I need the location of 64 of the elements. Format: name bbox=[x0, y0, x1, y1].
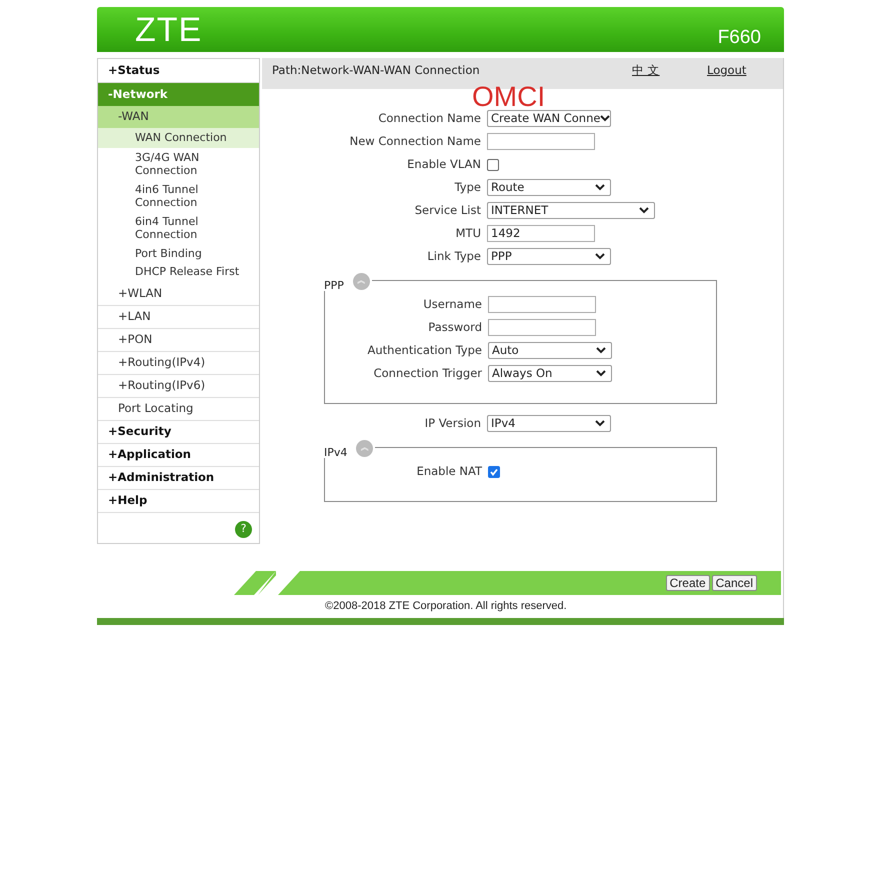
sidebar-item[interactable]: +Help bbox=[98, 490, 259, 512]
chevron-down-icon bbox=[596, 347, 606, 354]
select-field[interactable]: Create WAN Conne bbox=[487, 110, 611, 127]
field-label: Enable NAT bbox=[416, 462, 482, 480]
field-label: MTU bbox=[456, 224, 481, 242]
text-field[interactable]: 1492 bbox=[487, 225, 595, 242]
text-field[interactable] bbox=[487, 133, 595, 150]
chevron-down-icon bbox=[595, 253, 605, 260]
field-label: Connection Name bbox=[378, 110, 481, 127]
annotation-text: OMCI bbox=[472, 87, 546, 107]
field-label: Type bbox=[454, 178, 481, 196]
sidebar-item[interactable]: 4in6 Tunnel Connection bbox=[98, 182, 255, 210]
language-link[interactable]: 中 文 bbox=[632, 62, 707, 80]
chevron-down-icon bbox=[639, 207, 649, 214]
text-field[interactable] bbox=[488, 296, 596, 313]
create-button[interactable]: Create bbox=[666, 575, 710, 591]
fieldset-title: PPP bbox=[324, 280, 344, 291]
sidebar-item[interactable]: -WAN bbox=[98, 106, 259, 128]
field-label: Enable VLAN bbox=[407, 156, 481, 173]
cancel-button[interactable]: Cancel bbox=[712, 575, 757, 591]
sidebar-item[interactable]: -Network bbox=[98, 83, 259, 106]
select-field[interactable]: Always On bbox=[488, 365, 612, 382]
field-label: IP Version bbox=[424, 414, 481, 432]
checkbox[interactable] bbox=[488, 466, 500, 478]
field-label: Service List bbox=[414, 202, 481, 219]
select-field[interactable]: IPv4 bbox=[487, 415, 611, 432]
field-label: Link Type bbox=[427, 248, 481, 265]
chevron-down-icon bbox=[596, 370, 606, 377]
sidebar-item[interactable]: +WLAN bbox=[98, 282, 259, 306]
model-name: F660 bbox=[718, 28, 761, 47]
brand-logo: ZTE bbox=[135, 12, 202, 46]
field-label: Password bbox=[428, 318, 482, 336]
copyright-text: ©2008-2018 ZTE Corporation. All rights reserved. bbox=[325, 599, 567, 614]
select-field[interactable]: PPP bbox=[487, 248, 611, 265]
sidebar-item[interactable]: +Administration bbox=[98, 466, 259, 490]
text-field[interactable] bbox=[488, 319, 596, 336]
chevron-down-icon bbox=[595, 420, 605, 427]
sidebar-item[interactable]: +LAN bbox=[98, 306, 259, 328]
breadcrumb-path: Path:Network-WAN-WAN Connection bbox=[272, 62, 481, 79]
select-field[interactable]: INTERNET bbox=[487, 202, 655, 219]
fieldset-title: IPv4 bbox=[324, 447, 348, 458]
logout-link[interactable]: Logout bbox=[707, 62, 746, 80]
sidebar-item[interactable]: +Routing(IPv6) bbox=[98, 374, 259, 398]
select-field[interactable]: Route bbox=[487, 179, 611, 196]
chevron-down-icon bbox=[600, 115, 610, 122]
stripe-graphic bbox=[234, 571, 276, 595]
sidebar-item[interactable]: Port Binding bbox=[98, 246, 255, 261]
sidebar-item[interactable]: +PON bbox=[98, 328, 259, 352]
sidebar-item[interactable]: 3G/4G WAN Connection bbox=[98, 150, 255, 178]
chevron-down-icon bbox=[595, 184, 605, 191]
select-field[interactable]: Auto bbox=[488, 342, 612, 359]
field-label: Connection Trigger bbox=[374, 364, 482, 382]
sidebar-item[interactable]: +Security bbox=[98, 420, 259, 444]
sidebar-item[interactable]: 6in4 Tunnel Connection bbox=[98, 214, 255, 242]
sidebar-item[interactable]: DHCP Release First bbox=[98, 264, 255, 280]
help-icon[interactable]: ? bbox=[235, 521, 252, 538]
field-label: Username bbox=[423, 296, 482, 313]
field-label: New Connection Name bbox=[350, 132, 481, 150]
sidebar-item[interactable]: Port Locating bbox=[98, 398, 259, 420]
sidebar-item[interactable]: WAN Connection bbox=[98, 128, 259, 148]
sidebar-item[interactable]: +Application bbox=[98, 444, 259, 466]
sidebar-item[interactable]: +Routing(IPv4) bbox=[98, 352, 259, 374]
checkbox[interactable] bbox=[487, 158, 499, 170]
field-label: Authentication Type bbox=[368, 342, 482, 359]
